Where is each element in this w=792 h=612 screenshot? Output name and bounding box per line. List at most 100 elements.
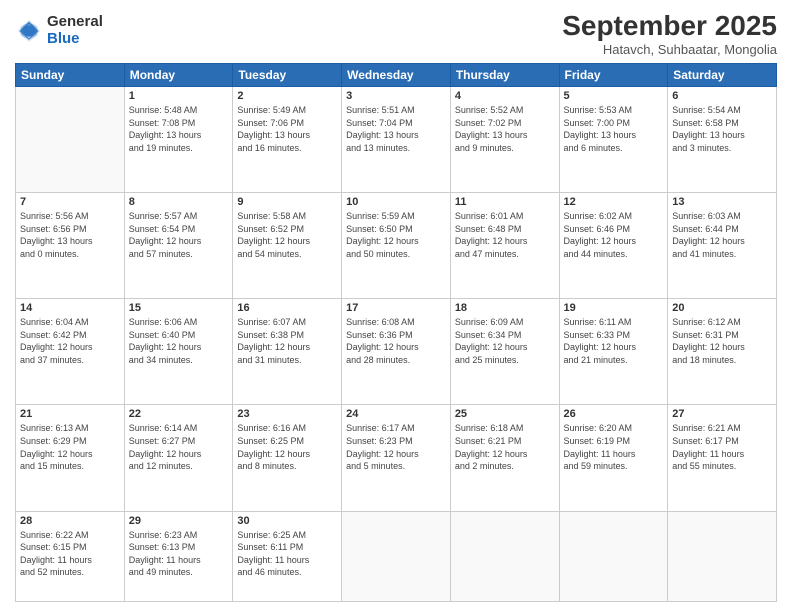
day-number: 26 <box>564 408 664 420</box>
day-number: 13 <box>672 196 772 208</box>
calendar-cell: 27 Sunrise: 6:21 AM Sunset: 6:17 PM Dayli… <box>668 405 777 511</box>
week-row-4: 21Sunrise: 6:13 AM Sunset: 6:29 PM Dayli… <box>16 405 777 511</box>
week-row-1: 1Sunrise: 5:48 AM Sunset: 7:08 PM Daylig… <box>16 87 777 193</box>
header-tuesday: Tuesday <box>233 64 342 87</box>
calendar-cell <box>342 511 451 602</box>
day-number: 23 <box>237 408 337 420</box>
week-row-2: 7 Sunrise: 5:56 AM Sunset: 6:56 PM Daylig… <box>16 193 777 299</box>
calendar-cell <box>16 87 125 193</box>
calendar-cell: 24 Sunrise: 6:17 AM Sunset: 6:23 PM Dayli… <box>342 405 451 511</box>
calendar-cell: 3Sunrise: 5:51 AM Sunset: 7:04 PM Daylig… <box>342 87 451 193</box>
calendar-table: Sunday Monday Tuesday Wednesday Thursday… <box>15 63 777 602</box>
page: General Blue September 2025 Hatavch, Suh… <box>0 0 792 612</box>
day-number: 25 <box>455 408 555 420</box>
calendar-cell: 13 Sunrise: 6:03 AM Sunset: 6:44 PM Dayli… <box>668 193 777 299</box>
day-info: Sunrise: 6:17 AM Sunset: 6:23 PM Dayligh… <box>346 422 446 472</box>
day-info: Sunrise: 6:09 AM Sunset: 6:34 PM Dayligh… <box>455 316 555 366</box>
day-number: 10 <box>346 196 446 208</box>
day-info: Sunrise: 6:04 AM Sunset: 6:42 PM Dayligh… <box>20 316 120 366</box>
day-info: Sunrise: 6:20 AM Sunset: 6:19 PM Dayligh… <box>564 422 664 472</box>
day-info: Sunrise: 6:16 AM Sunset: 6:25 PM Dayligh… <box>237 422 337 472</box>
header-sunday: Sunday <box>16 64 125 87</box>
week-row-3: 14 Sunrise: 6:04 AM Sunset: 6:42 PM Dayli… <box>16 299 777 405</box>
day-number: 27 <box>672 408 772 420</box>
logo: General Blue <box>15 14 103 47</box>
week-row-5: 28Sunrise: 6:22 AM Sunset: 6:15 PM Dayli… <box>16 511 777 602</box>
calendar-cell: 6Sunrise: 5:54 AM Sunset: 6:58 PM Daylig… <box>668 87 777 193</box>
calendar-cell <box>559 511 668 602</box>
day-number: 15 <box>129 302 229 314</box>
day-info: Sunrise: 6:01 AM Sunset: 6:48 PM Dayligh… <box>455 210 555 260</box>
day-number: 9 <box>237 196 337 208</box>
calendar-cell: 15 Sunrise: 6:06 AM Sunset: 6:40 PM Dayli… <box>124 299 233 405</box>
calendar-cell: 23 Sunrise: 6:16 AM Sunset: 6:25 PM Dayli… <box>233 405 342 511</box>
calendar-cell: 10 Sunrise: 5:59 AM Sunset: 6:50 PM Dayli… <box>342 193 451 299</box>
day-info: Sunrise: 6:18 AM Sunset: 6:21 PM Dayligh… <box>455 422 555 472</box>
day-number: 30 <box>237 515 337 527</box>
day-number: 19 <box>564 302 664 314</box>
day-number: 5 <box>564 90 664 102</box>
day-number: 4 <box>455 90 555 102</box>
title-block: September 2025 Hatavch, Suhbaatar, Mongo… <box>562 10 777 57</box>
day-number: 3 <box>346 90 446 102</box>
calendar-cell: 18 Sunrise: 6:09 AM Sunset: 6:34 PM Dayli… <box>450 299 559 405</box>
day-number: 2 <box>237 90 337 102</box>
day-info: Sunrise: 6:14 AM Sunset: 6:27 PM Dayligh… <box>129 422 229 472</box>
calendar-cell: 11 Sunrise: 6:01 AM Sunset: 6:48 PM Dayli… <box>450 193 559 299</box>
day-info: Sunrise: 5:49 AM Sunset: 7:06 PM Dayligh… <box>237 104 337 154</box>
day-info: Sunrise: 6:08 AM Sunset: 6:36 PM Dayligh… <box>346 316 446 366</box>
calendar-cell: 16 Sunrise: 6:07 AM Sunset: 6:38 PM Dayli… <box>233 299 342 405</box>
day-info: Sunrise: 6:03 AM Sunset: 6:44 PM Dayligh… <box>672 210 772 260</box>
day-info: Sunrise: 6:13 AM Sunset: 6:29 PM Dayligh… <box>20 422 120 472</box>
calendar-cell: 28Sunrise: 6:22 AM Sunset: 6:15 PM Dayli… <box>16 511 125 602</box>
day-number: 18 <box>455 302 555 314</box>
calendar-cell: 26 Sunrise: 6:20 AM Sunset: 6:19 PM Dayli… <box>559 405 668 511</box>
day-number: 16 <box>237 302 337 314</box>
day-info: Sunrise: 6:23 AM Sunset: 6:13 PM Dayligh… <box>129 529 229 579</box>
calendar-cell: 30Sunrise: 6:25 AM Sunset: 6:11 PM Dayli… <box>233 511 342 602</box>
day-info: Sunrise: 5:58 AM Sunset: 6:52 PM Dayligh… <box>237 210 337 260</box>
day-info: Sunrise: 6:07 AM Sunset: 6:38 PM Dayligh… <box>237 316 337 366</box>
calendar-cell: 14 Sunrise: 6:04 AM Sunset: 6:42 PM Dayli… <box>16 299 125 405</box>
day-number: 12 <box>564 196 664 208</box>
day-number: 28 <box>20 515 120 527</box>
day-number: 14 <box>20 302 120 314</box>
day-number: 7 <box>20 196 120 208</box>
calendar-cell: 9 Sunrise: 5:58 AM Sunset: 6:52 PM Daylig… <box>233 193 342 299</box>
day-info: Sunrise: 6:06 AM Sunset: 6:40 PM Dayligh… <box>129 316 229 366</box>
header-thursday: Thursday <box>450 64 559 87</box>
day-info: Sunrise: 5:57 AM Sunset: 6:54 PM Dayligh… <box>129 210 229 260</box>
location: Hatavch, Suhbaatar, Mongolia <box>562 42 777 57</box>
day-info: Sunrise: 6:21 AM Sunset: 6:17 PM Dayligh… <box>672 422 772 472</box>
calendar-cell: 5Sunrise: 5:53 AM Sunset: 7:00 PM Daylig… <box>559 87 668 193</box>
calendar-cell: 17Sunrise: 6:08 AM Sunset: 6:36 PM Dayli… <box>342 299 451 405</box>
calendar-cell: 1Sunrise: 5:48 AM Sunset: 7:08 PM Daylig… <box>124 87 233 193</box>
logo-blue: Blue <box>47 31 103 48</box>
calendar-cell: 7 Sunrise: 5:56 AM Sunset: 6:56 PM Daylig… <box>16 193 125 299</box>
day-info: Sunrise: 5:54 AM Sunset: 6:58 PM Dayligh… <box>672 104 772 154</box>
calendar-cell: 21Sunrise: 6:13 AM Sunset: 6:29 PM Dayli… <box>16 405 125 511</box>
header: General Blue September 2025 Hatavch, Suh… <box>15 10 777 57</box>
day-number: 24 <box>346 408 446 420</box>
calendar-cell: 8Sunrise: 5:57 AM Sunset: 6:54 PM Daylig… <box>124 193 233 299</box>
header-friday: Friday <box>559 64 668 87</box>
day-info: Sunrise: 6:12 AM Sunset: 6:31 PM Dayligh… <box>672 316 772 366</box>
logo-text: General Blue <box>47 14 103 47</box>
day-number: 11 <box>455 196 555 208</box>
header-monday: Monday <box>124 64 233 87</box>
day-info: Sunrise: 5:59 AM Sunset: 6:50 PM Dayligh… <box>346 210 446 260</box>
calendar-cell: 20 Sunrise: 6:12 AM Sunset: 6:31 PM Dayli… <box>668 299 777 405</box>
day-info: Sunrise: 6:11 AM Sunset: 6:33 PM Dayligh… <box>564 316 664 366</box>
calendar-cell: 4Sunrise: 5:52 AM Sunset: 7:02 PM Daylig… <box>450 87 559 193</box>
day-number: 29 <box>129 515 229 527</box>
day-info: Sunrise: 5:56 AM Sunset: 6:56 PM Dayligh… <box>20 210 120 260</box>
calendar-cell: 19 Sunrise: 6:11 AM Sunset: 6:33 PM Dayli… <box>559 299 668 405</box>
day-number: 22 <box>129 408 229 420</box>
day-number: 20 <box>672 302 772 314</box>
calendar-cell <box>668 511 777 602</box>
logo-general: General <box>47 14 103 31</box>
calendar-cell <box>450 511 559 602</box>
month-title: September 2025 <box>562 10 777 42</box>
day-info: Sunrise: 5:48 AM Sunset: 7:08 PM Dayligh… <box>129 104 229 154</box>
calendar-cell: 25 Sunrise: 6:18 AM Sunset: 6:21 PM Dayli… <box>450 405 559 511</box>
